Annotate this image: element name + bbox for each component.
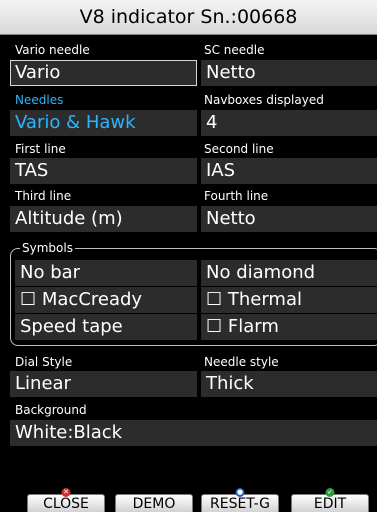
reset-g-button-label: RESET-G xyxy=(210,496,270,512)
maccready-checkbox[interactable]: ☐ MacCready xyxy=(15,287,197,313)
thermal-checkbox[interactable]: ☐ Thermal xyxy=(201,287,377,313)
dial-style-field[interactable]: Linear xyxy=(10,371,197,397)
thermal-label: Thermal xyxy=(227,289,302,310)
first-line-label: First line xyxy=(15,142,66,156)
reset-badge-icon: ● xyxy=(235,488,245,497)
close-button[interactable]: ✕ CLOSE xyxy=(27,488,105,512)
vario-needle-label: Vario needle xyxy=(15,43,90,57)
speed-tape-field[interactable]: Speed tape xyxy=(15,314,197,340)
navboxes-label: Navboxes displayed xyxy=(204,93,324,107)
fourth-line-field[interactable]: Netto xyxy=(201,206,377,232)
fourth-line-label: Fourth line xyxy=(204,189,269,203)
second-line-field[interactable]: IAS xyxy=(201,158,377,184)
sc-needle-label: SC needle xyxy=(204,43,265,57)
checkbox-icon: ☐ xyxy=(206,316,228,337)
checkbox-icon: ☐ xyxy=(206,289,228,310)
third-line-field[interactable]: Altitude (m) xyxy=(10,206,197,232)
bar-field[interactable]: No bar xyxy=(15,260,197,286)
vario-needle-field[interactable]: Vario xyxy=(10,60,197,86)
background-field[interactable]: White:Black xyxy=(10,420,377,446)
close-button-label: CLOSE xyxy=(43,496,89,512)
close-badge-icon: ✕ xyxy=(61,488,71,497)
reset-g-button[interactable]: ● RESET-G xyxy=(201,488,279,512)
needles-label: Needles xyxy=(15,93,64,107)
edit-button[interactable]: ✓ EDIT xyxy=(291,488,369,512)
demo-button[interactable]: DEMO xyxy=(115,494,193,512)
edit-badge-icon: ✓ xyxy=(325,488,335,497)
dial-style-label: Dial Style xyxy=(15,355,73,369)
background-label: Background xyxy=(15,403,87,417)
edit-button-label: EDIT xyxy=(313,496,347,512)
third-line-label: Third line xyxy=(15,189,72,203)
second-line-label: Second line xyxy=(204,142,274,156)
symbols-group-title: Symbols xyxy=(20,240,75,256)
first-line-field[interactable]: TAS xyxy=(10,158,197,184)
diamond-field[interactable]: No diamond xyxy=(201,260,377,286)
maccready-label: MacCready xyxy=(41,289,143,310)
flarm-label: Flarm xyxy=(227,316,279,337)
window-title: V8 indicator Sn.:00668 xyxy=(0,0,377,35)
needle-style-label: Needle style xyxy=(204,355,279,369)
demo-button-label: DEMO xyxy=(132,496,176,512)
navboxes-field[interactable]: 4 xyxy=(201,110,377,136)
flarm-checkbox[interactable]: ☐ Flarm xyxy=(201,314,377,340)
needle-style-field[interactable]: Thick xyxy=(201,371,377,397)
needles-field[interactable]: Vario & Hawk xyxy=(10,110,197,136)
checkbox-icon: ☐ xyxy=(20,289,42,310)
sc-needle-field[interactable]: Netto xyxy=(201,60,377,86)
